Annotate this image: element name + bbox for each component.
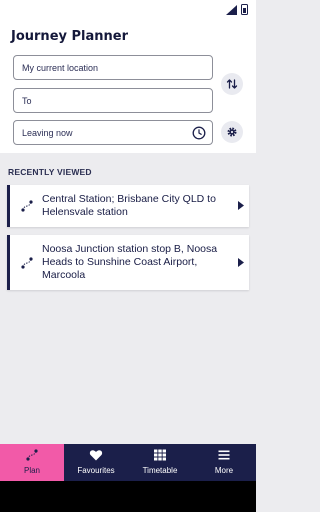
- swap-locations-button[interactable]: [221, 73, 243, 95]
- tab-timetable[interactable]: Timetable: [128, 444, 192, 481]
- recent-journey-label: Noosa Junction station stop B, Noosa Hea…: [42, 243, 218, 281]
- swap-icon: [226, 79, 238, 89]
- tab-label: Favourites: [77, 466, 115, 475]
- recent-journey-item[interactable]: Central Station; Brisbane City QLD to He…: [7, 185, 249, 227]
- chevron-right-icon: [238, 258, 244, 267]
- page-title: Journey Planner: [11, 29, 128, 44]
- recently-viewed-heading: RECENTLY VIEWED: [8, 167, 92, 177]
- to-field-placeholder: To: [22, 95, 32, 106]
- heart-icon: [89, 450, 103, 461]
- recent-journey-item[interactable]: Noosa Junction station stop B, Noosa Hea…: [7, 235, 249, 290]
- journey-planner-panel: Journey Planner My current location To L…: [0, 20, 256, 153]
- route-icon: [21, 257, 33, 269]
- tab-more[interactable]: More: [192, 444, 256, 481]
- bottom-tab-bar: Plan Favourites Timetable More: [0, 444, 256, 481]
- battery-icon: [241, 4, 248, 15]
- menu-icon: [218, 450, 230, 460]
- departure-time-value: Leaving now: [22, 127, 73, 138]
- to-field[interactable]: To: [13, 88, 213, 113]
- departure-time-field[interactable]: Leaving now: [13, 120, 213, 145]
- clock-icon: [192, 126, 206, 140]
- journey-settings-button[interactable]: [221, 121, 243, 143]
- chevron-right-icon: [238, 201, 244, 210]
- gear-icon: [227, 127, 237, 137]
- grid-icon: [154, 449, 166, 461]
- status-icons: [226, 4, 248, 15]
- route-icon: [26, 449, 38, 461]
- from-field-value: My current location: [22, 62, 99, 73]
- tab-label: Plan: [23, 466, 40, 475]
- recent-journey-label: Central Station; Brisbane City QLD to He…: [42, 193, 216, 218]
- signal-icon: [226, 4, 237, 15]
- route-icon: [21, 200, 33, 212]
- tab-favourites[interactable]: Favourites: [64, 444, 128, 481]
- tab-plan[interactable]: Plan: [0, 444, 64, 481]
- from-field[interactable]: My current location: [13, 55, 213, 80]
- system-navigation-bar: [0, 481, 256, 512]
- tab-label: Timetable: [142, 466, 178, 475]
- tab-label: More: [214, 466, 234, 475]
- status-bar: [0, 0, 256, 20]
